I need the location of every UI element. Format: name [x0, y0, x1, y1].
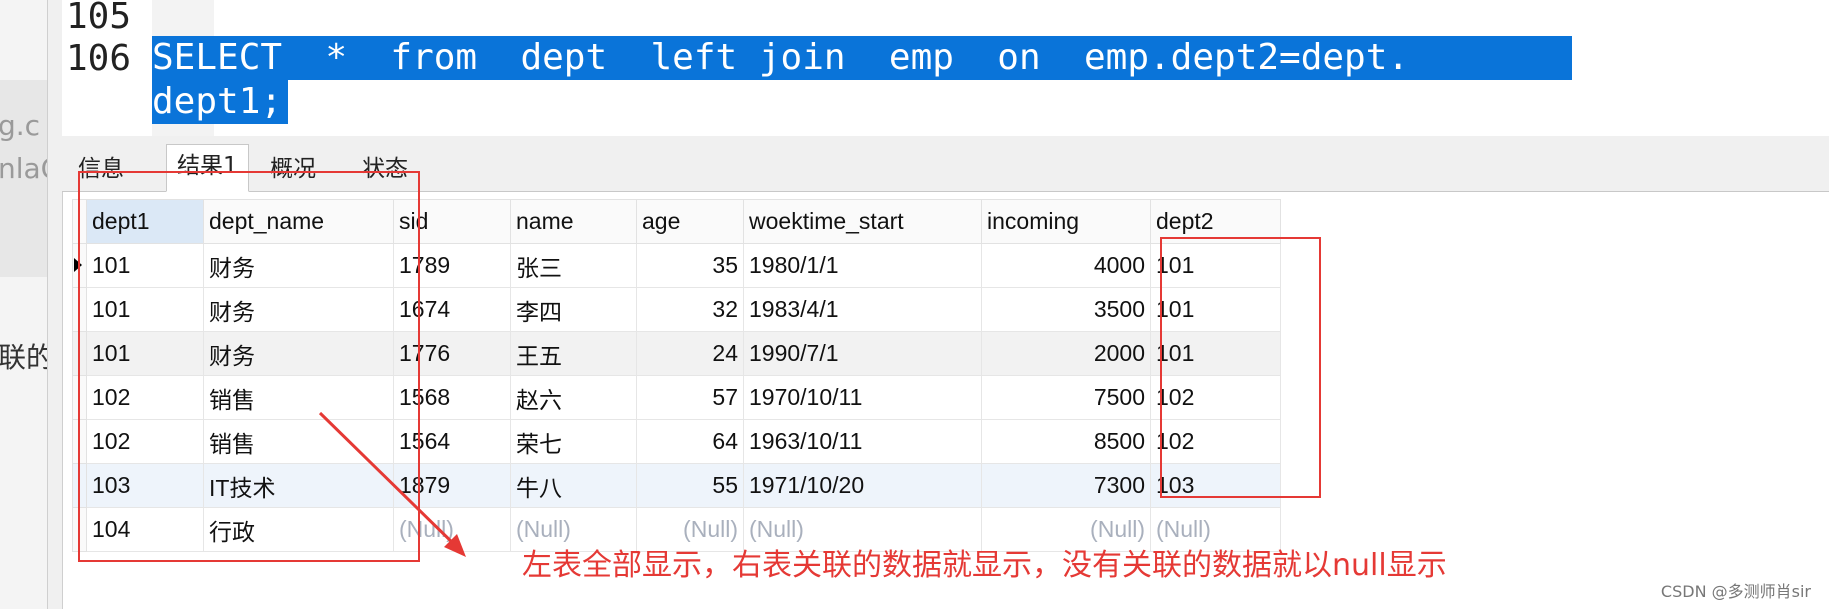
annotation-note: 左表全部显示，右表关联的数据就显示，没有关联的数据就以null显示: [522, 548, 1447, 583]
cell[interactable]: 张三: [510, 243, 637, 288]
cell[interactable]: 1980/1/1: [743, 243, 982, 288]
cell[interactable]: 3500: [981, 287, 1151, 332]
cell[interactable]: 1971/10/20: [743, 463, 982, 508]
blog-fragment: 联的: [0, 341, 55, 374]
column-header[interactable]: name: [510, 199, 637, 244]
line-number: 106: [66, 38, 132, 79]
cell[interactable]: 4000: [981, 243, 1151, 288]
cell[interactable]: 55: [636, 463, 744, 508]
cell[interactable]: 57: [636, 375, 744, 420]
cell[interactable]: 7300: [981, 463, 1151, 508]
cell[interactable]: 1963/10/11: [743, 419, 982, 464]
sql-line-selected[interactable]: SELECT * from dept left join emp on emp.…: [152, 36, 1572, 80]
cell[interactable]: 7500: [981, 375, 1151, 420]
column-header[interactable]: woektime_start: [743, 199, 982, 244]
cell[interactable]: 李四: [510, 287, 637, 332]
cell[interactable]: 1990/7/1: [743, 331, 982, 376]
cell[interactable]: 32: [636, 287, 744, 332]
cell[interactable]: 35: [636, 243, 744, 288]
window-border: [47, 0, 63, 609]
blog-fragment: g.c: [0, 109, 41, 142]
cell[interactable]: 64: [636, 419, 744, 464]
cell[interactable]: 王五: [510, 331, 637, 376]
cell[interactable]: 荣七: [510, 419, 637, 464]
cell[interactable]: 24: [636, 331, 744, 376]
cell[interactable]: 2000: [981, 331, 1151, 376]
line-number-gutter: 105 106: [62, 0, 152, 136]
column-header[interactable]: age: [636, 199, 744, 244]
cell[interactable]: 1970/10/11: [743, 375, 982, 420]
dept2-highlight-box: [1160, 237, 1321, 498]
cell[interactable]: 赵六: [510, 375, 637, 420]
cell[interactable]: 1983/4/1: [743, 287, 982, 332]
sql-editor[interactable]: 105 106 SELECT * from dept left join emp…: [62, 0, 1829, 136]
csdn-watermark: CSDN @多测师肖sir: [1660, 582, 1811, 601]
line-number: 105: [66, 0, 132, 37]
cell[interactable]: 牛八: [510, 463, 637, 508]
annotation-arrow-icon: [318, 411, 466, 557]
background-blog-strip: g.c nlaC 联的: [0, 0, 60, 609]
column-header[interactable]: incoming: [981, 199, 1151, 244]
sql-line-selected[interactable]: dept1;: [152, 80, 288, 124]
cell[interactable]: 8500: [981, 419, 1151, 464]
